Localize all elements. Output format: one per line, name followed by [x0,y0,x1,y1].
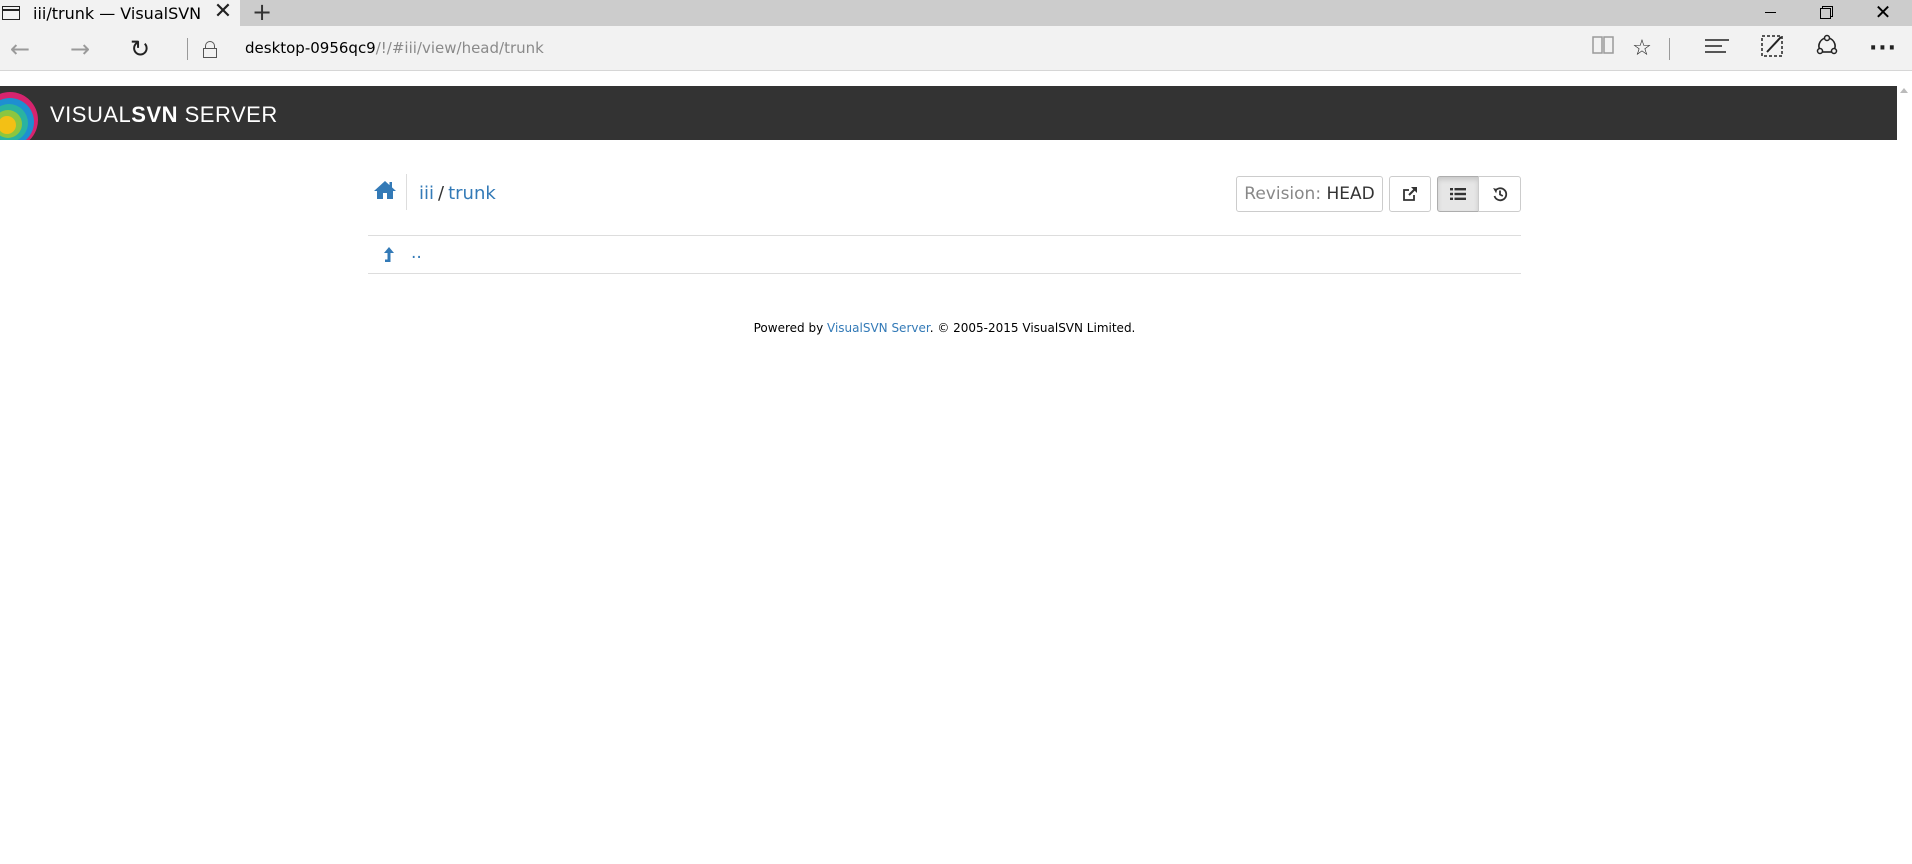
share-icon[interactable] [1810,34,1844,64]
list-icon [1450,188,1466,200]
visualsvn-logo-icon [0,92,38,140]
hub-icon[interactable] [1700,34,1734,64]
address-bar[interactable]: desktop-0956qc9/!/#iii/view/head/trunk [245,39,544,57]
window-restore-button[interactable] [1800,0,1850,26]
more-icon[interactable]: ··· [1866,34,1900,64]
refresh-icon[interactable]: ↻ [122,32,158,66]
scroll-up-arrow-icon[interactable] [1900,88,1908,93]
external-link-icon [1403,187,1417,201]
home-icon[interactable] [373,178,397,202]
history-button[interactable] [1478,176,1521,212]
lock-icon[interactable] [203,41,217,58]
breadcrumb-folder-link[interactable]: trunk [448,183,496,204]
url-path: /!/#iii/view/head/trunk [375,39,544,57]
browser-nav-bar: ← → ↻ desktop-0956qc9/!/#iii/view/head/t… [0,26,1912,71]
footer-copyright: . © 2005-2015 VisualSVN Limited. [929,321,1136,335]
page-icon [2,6,20,20]
list-view-button[interactable] [1437,176,1479,212]
page-scrollbar[interactable] [1897,86,1912,864]
breadcrumb: iii / trunk [419,183,496,204]
level-up-icon [384,247,394,262]
footer-visualsvn-link[interactable]: VisualSVN Server [827,321,930,335]
revision-button[interactable]: Revision: HEAD [1236,176,1383,212]
revision-value: HEAD [1326,184,1375,204]
favorite-star-icon[interactable]: ☆ [1625,34,1659,64]
breadcrumb-divider [406,174,407,210]
brand-suffix: SERVER [178,102,278,127]
breadcrumb-bar: iii / trunk Revision: HEAD [368,174,1521,236]
window-close-button[interactable]: ✕ [1858,0,1908,26]
nav-divider [187,38,188,60]
new-tab-button[interactable]: + [250,0,274,26]
history-icon [1492,187,1507,202]
breadcrumb-repo-link[interactable]: iii [419,183,434,204]
browser-tab-bar: iii/trunk — VisualSVN Se ✕ + ✕ [0,0,1912,26]
footer-prefix: Powered by [753,321,827,335]
brand-bold: SVN [131,102,179,127]
app-header: VISUALSVN SERVER [0,86,1897,140]
tab-title: iii/trunk — VisualSVN Se [33,4,203,23]
brand-light: VISUAL [50,102,132,127]
web-note-icon[interactable] [1755,34,1789,64]
reading-view-icon[interactable] [1586,34,1620,64]
forward-icon[interactable]: → [62,32,98,66]
breadcrumb-separator: / [438,183,445,204]
back-icon[interactable]: ← [2,32,38,66]
window-minimize-button[interactable] [1745,0,1795,26]
footer: Powered by VisualSVN Server. © 2005-2015… [368,321,1521,335]
brand-name[interactable]: VISUALSVN SERVER [50,102,278,128]
parent-directory-row[interactable]: .. [368,236,1521,274]
open-external-button[interactable] [1389,176,1431,212]
tab-close-icon[interactable]: ✕ [212,0,234,26]
url-host: desktop-0956qc9 [245,39,376,57]
revision-label: Revision: [1244,184,1322,204]
parent-directory-link[interactable]: .. [411,243,422,263]
browser-tab[interactable]: iii/trunk — VisualSVN Se ✕ [0,0,240,26]
toolbar-divider [1669,38,1670,60]
